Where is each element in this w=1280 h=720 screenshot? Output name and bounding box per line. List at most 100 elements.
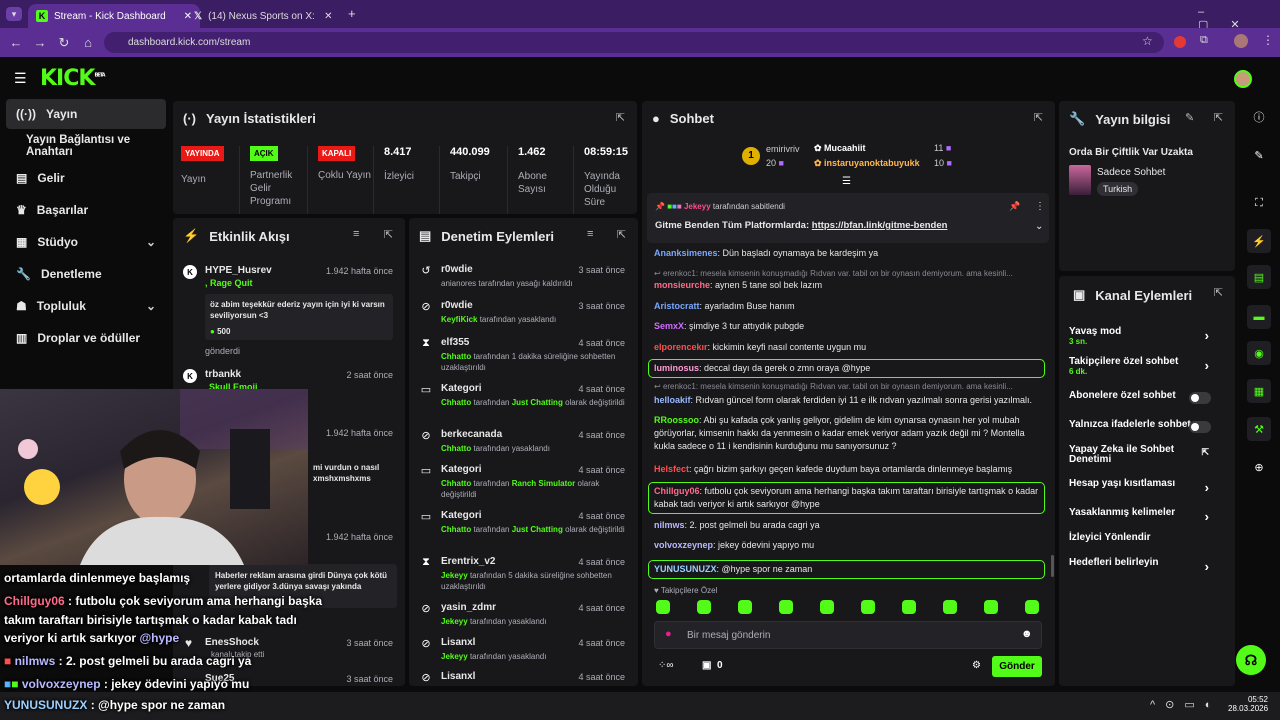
points-display[interactable]: ▣ 0: [702, 660, 723, 671]
emote-icon[interactable]: [943, 600, 957, 614]
chat-username[interactable]: Chillguy06: [654, 486, 700, 496]
edit-pencil-icon[interactable]: ✎: [1247, 143, 1271, 167]
chat-bubble-icon[interactable]: ▬: [1247, 305, 1271, 329]
channel-action-5[interactable]: Hesap yaşı kısıtlaması ›: [1069, 478, 1225, 498]
language-tag[interactable]: Turkish: [1097, 182, 1139, 196]
clock[interactable]: 05:52 28.03.2026: [1228, 695, 1268, 713]
pinned-link[interactable]: https://bfan.link/gitme-benden: [812, 220, 948, 231]
channel-action-2[interactable]: Abonelere özel sohbet: [1069, 390, 1225, 410]
extension-icon[interactable]: [1174, 36, 1186, 48]
popout-icon[interactable]: ⇱: [1034, 111, 1043, 124]
emote-icon[interactable]: [861, 600, 875, 614]
channel-action-8[interactable]: Hedefleri belirleyin ›: [1069, 557, 1225, 577]
moderation-user[interactable]: Kategori: [441, 510, 482, 521]
chat-username[interactable]: Ananksimenes: [654, 248, 718, 258]
chevron-down-icon[interactable]: ⌄: [1035, 221, 1043, 232]
emote-icon[interactable]: [1025, 600, 1039, 614]
moderation-user[interactable]: r0wdie: [441, 264, 473, 275]
document-icon[interactable]: ▤: [1247, 265, 1271, 289]
emote-icon[interactable]: [697, 600, 711, 614]
sidebar-item-studyo[interactable]: ▦ Stüdyo ⌄: [6, 227, 166, 257]
dashboard-icon[interactable]: ▦: [1247, 379, 1271, 403]
chat-username[interactable]: RRoossoo: [654, 415, 699, 425]
top-gifter-3[interactable]: ✿ instaruyanoktabuyukk: [814, 158, 920, 169]
moderation-user[interactable]: r0wdie: [441, 300, 473, 311]
sidebar-item-stream-key[interactable]: Yayın Bağlantısı ve Anahtarı: [6, 131, 176, 161]
support-headset-icon[interactable]: ☊: [1236, 645, 1266, 675]
sidebar-item-denetleme[interactable]: 🔧 Denetleme: [6, 259, 166, 289]
emote-icon[interactable]: [984, 600, 998, 614]
add-widget-icon[interactable]: ⊕: [1247, 455, 1271, 479]
bookmark-star-icon[interactable]: ☆: [1142, 34, 1153, 48]
popout-icon[interactable]: ⇱: [1214, 111, 1223, 124]
tab-kick-dashboard[interactable]: K Stream - Kick Dashboard ✕: [28, 4, 200, 28]
kick-logo[interactable]: KICKBETA: [40, 66, 106, 91]
forward-icon[interactable]: →: [28, 35, 52, 50]
top-gifter-2[interactable]: ✿ Mucaahiit: [814, 143, 866, 154]
system-tray-icons[interactable]: ^⊙▭◐: [1150, 698, 1221, 711]
tab-list-icon[interactable]: ▾: [6, 7, 22, 21]
collapse-leaderboard-icon[interactable]: ☰: [842, 176, 851, 187]
popout-icon[interactable]: ⇱: [617, 228, 626, 241]
pin-icon[interactable]: 📌: [1009, 201, 1020, 212]
popout-icon[interactable]: ⇱: [1214, 286, 1223, 299]
emote-icon[interactable]: [656, 600, 670, 614]
moderation-user[interactable]: Erentrix_v2: [441, 556, 495, 567]
back-icon[interactable]: ←: [4, 35, 28, 50]
toggle-switch[interactable]: [1189, 392, 1211, 404]
sidebar-item-yayin[interactable]: ((·)) Yayın: [6, 99, 166, 129]
moderation-user[interactable]: yasin_zdmr: [441, 602, 496, 613]
edit-pencil-icon[interactable]: ✎: [1185, 111, 1194, 124]
popout-icon[interactable]: ⇱: [616, 111, 625, 124]
more-options-icon[interactable]: ⋮: [1035, 201, 1045, 212]
emote-icon[interactable]: [779, 600, 793, 614]
chat-settings-icon[interactable]: ⚙: [972, 660, 981, 671]
emote-icon[interactable]: [902, 600, 916, 614]
chat-username[interactable]: Helsfect: [654, 464, 689, 474]
filter-icon[interactable]: ≡: [587, 228, 593, 240]
tab-nexus-sports[interactable]: 𝕏 (14) Nexus Sports on X: "🫡 Or ✕: [186, 4, 346, 28]
channel-action-6[interactable]: Yasaklanmış kelimeler ›: [1069, 507, 1225, 527]
filter-icon[interactable]: ≡: [353, 228, 359, 240]
extensions-puzzle-icon[interactable]: ⧉: [1200, 34, 1208, 47]
top-gifter-name[interactable]: emirivriv: [766, 144, 800, 154]
send-button[interactable]: Gönder: [992, 656, 1042, 677]
chat-username[interactable]: helloakif: [654, 395, 691, 405]
category-thumbnail[interactable]: [1069, 165, 1091, 195]
chat-scrollbar[interactable]: [1051, 555, 1054, 577]
sidebar-item-basarilar[interactable]: ♛ Başarılar: [6, 195, 166, 225]
menu-dots-icon[interactable]: ⋮: [1262, 33, 1274, 47]
home-icon[interactable]: ⌂: [76, 35, 100, 50]
chat-username[interactable]: monsieurche: [654, 280, 710, 290]
channel-points-icon[interactable]: ⁘∞: [658, 660, 674, 671]
info-icon[interactable]: ⓘ: [1247, 105, 1271, 129]
channel-action-7[interactable]: İzleyici Yönlendir: [1069, 532, 1225, 552]
chat-input[interactable]: ● Bir mesaj gönderin ☻: [654, 621, 1042, 649]
close-icon[interactable]: ✕: [324, 11, 332, 22]
lightning-icon[interactable]: ⚡: [1247, 229, 1271, 253]
url-field[interactable]: dashboard.kick.com/stream: [104, 32, 1164, 53]
chat-username[interactable]: nilmws: [654, 520, 685, 530]
chat-username[interactable]: elporencekır: [654, 342, 708, 352]
sidebar-item-droplar[interactable]: ▥ Droplar ve ödüller: [6, 323, 166, 353]
chat-username[interactable]: luminosus: [654, 363, 699, 373]
chat-username[interactable]: Aristocratt: [654, 301, 700, 311]
moderation-user[interactable]: elf355: [441, 337, 469, 348]
emote-icon[interactable]: [738, 600, 752, 614]
chat-username[interactable]: volvoxzeynep: [654, 540, 713, 550]
category-name[interactable]: Sadece Sohbet: [1097, 167, 1165, 178]
moderation-user[interactable]: Lisanxl: [441, 671, 475, 682]
sidebar-item-gelir[interactable]: ▤ Gelir: [6, 163, 166, 193]
reload-icon[interactable]: ↻: [52, 35, 76, 51]
moderation-user[interactable]: Kategori: [441, 383, 482, 394]
sidebar-item-topluluk[interactable]: ☗ Topluluk ⌄: [6, 291, 166, 321]
chat-username[interactable]: YUNUSUNUZX: [654, 564, 717, 574]
fullscreen-icon[interactable]: ⛶: [1247, 191, 1271, 215]
channel-action-3[interactable]: Yalnızca ifadelerle sohbet: [1069, 419, 1225, 439]
moderation-user[interactable]: berkecanada: [441, 429, 502, 440]
channel-action-0[interactable]: Yavaş mod 3 sn. ›: [1069, 326, 1225, 346]
emote-icon[interactable]: [820, 600, 834, 614]
hamburger-menu-icon[interactable]: ☰: [14, 70, 27, 87]
channel-action-1[interactable]: Takipçilere özel sohbet 6 dk. ›: [1069, 356, 1225, 376]
wrench-icon[interactable]: ⚒: [1247, 417, 1271, 441]
